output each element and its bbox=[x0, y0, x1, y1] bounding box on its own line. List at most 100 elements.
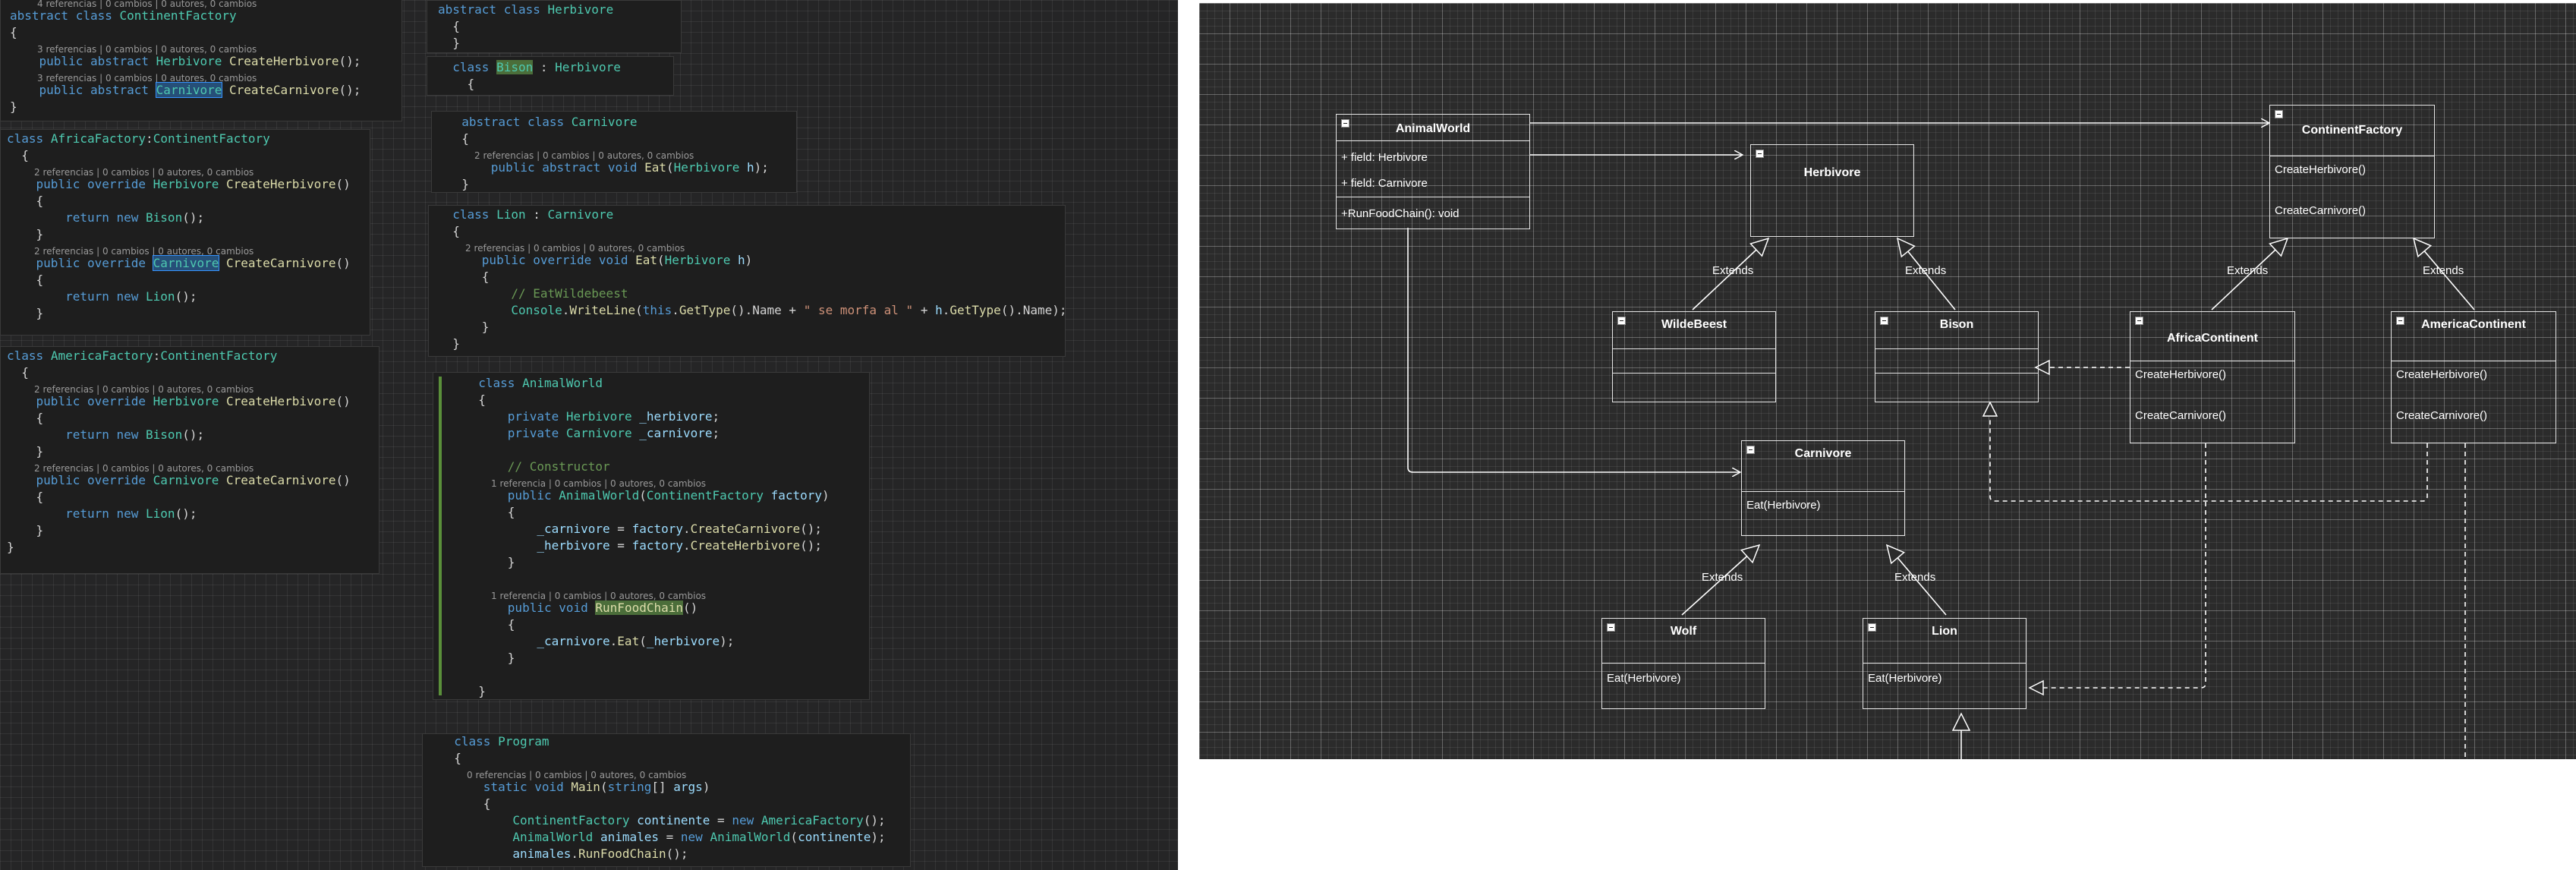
code-line: } bbox=[447, 177, 469, 191]
code-line: public abstract Herbivore CreateHerbivor… bbox=[39, 54, 361, 68]
code-line: class AfricaFactory:ContinentFactory bbox=[7, 131, 270, 146]
code-line: } bbox=[464, 651, 515, 665]
code-line: class AnimalWorld bbox=[478, 376, 603, 390]
class-separator bbox=[1337, 140, 1529, 141]
change-gutter bbox=[439, 377, 442, 695]
code-line: public abstract Carnivore CreateCarnivor… bbox=[39, 82, 361, 98]
dep-africa-lion bbox=[2028, 443, 2206, 696]
class-field: + field: Herbivore bbox=[1341, 151, 1428, 164]
code-line: public override Carnivore CreateCarnivor… bbox=[36, 473, 351, 487]
code-line: { bbox=[439, 751, 461, 765]
code-line: } bbox=[7, 306, 44, 320]
code-line: public abstract void Eat(Herbivore h); bbox=[490, 160, 769, 175]
code-line: class AmericaFactory:ContinentFactory bbox=[7, 348, 278, 363]
code-line: animales.RunFoodChain(); bbox=[512, 846, 688, 861]
code-panel-program: class Program {0 referencias | 0 cambios… bbox=[422, 733, 911, 867]
code-line: { bbox=[7, 273, 44, 287]
code-line: public override Herbivore CreateHerbivor… bbox=[36, 394, 351, 408]
extends-label: Extends bbox=[1894, 571, 1936, 584]
uml-class-americacontinent[interactable]: AmericaContinent CreateHerbivore() Creat… bbox=[2391, 311, 2556, 443]
code-line: { bbox=[10, 25, 17, 39]
code-line: } bbox=[7, 444, 44, 459]
class-separator bbox=[1875, 373, 2038, 374]
uml-class-africacontinent[interactable]: AfricaContinent CreateHerbivore() Create… bbox=[2130, 311, 2295, 443]
uml-class-wolf[interactable]: Wolf Eat(Herbivore) bbox=[1601, 618, 1765, 709]
extends-label: Extends bbox=[1702, 571, 1743, 584]
class-method: CreateCarnivore() bbox=[2275, 204, 2367, 217]
code-panel-animal-world: class AnimalWorld { private Herbivore _h… bbox=[433, 372, 870, 700]
collapse-icon[interactable] bbox=[2275, 110, 2283, 118]
code-line: abstract class Herbivore bbox=[438, 2, 614, 17]
code-line: { bbox=[438, 270, 490, 284]
code-line: // Constructor bbox=[507, 459, 610, 474]
code-line: { bbox=[7, 490, 44, 504]
code-line: } bbox=[7, 540, 14, 554]
uml-class-animalworld[interactable]: AnimalWorld + field: Herbivore + field: … bbox=[1336, 114, 1530, 229]
class-separator bbox=[1613, 373, 1775, 374]
code-line: { bbox=[464, 392, 486, 407]
code-line: // EatWildebeest bbox=[511, 286, 628, 301]
collapse-icon[interactable] bbox=[1756, 150, 1764, 158]
code-line: return new Lion(); bbox=[65, 506, 197, 521]
code-line: { bbox=[447, 131, 469, 146]
class-method: Eat(Herbivore) bbox=[1607, 672, 1681, 685]
code-panel-america-factory: class AmericaFactory:ContinentFactory {2… bbox=[0, 346, 379, 574]
code-line: return new Bison(); bbox=[65, 427, 205, 442]
class-title: Wolf bbox=[1670, 625, 1697, 638]
extends-label: Extends bbox=[1905, 264, 1947, 277]
uml-class-herbivore[interactable]: Herbivore bbox=[1750, 144, 1914, 237]
class-separator bbox=[1875, 348, 2038, 349]
uml-class-wildebeest[interactable]: WildeBeest bbox=[1612, 311, 1776, 402]
code-line: private Carnivore _carnivore; bbox=[507, 426, 720, 440]
code-line: public override void Eat(Herbivore h) bbox=[481, 253, 753, 267]
code-line: { bbox=[7, 148, 29, 162]
code-line: ContinentFactory continente = new Americ… bbox=[512, 813, 886, 827]
uml-class-continentfactory[interactable]: ContinentFactory CreateHerbivore() Creat… bbox=[2269, 105, 2435, 238]
class-method: CreateHerbivore() bbox=[2275, 163, 2367, 176]
class-title: AnimalWorld bbox=[1395, 122, 1471, 135]
code-line: } bbox=[464, 555, 515, 569]
extends-label: Extends bbox=[1712, 264, 1754, 277]
class-method: CreateHerbivore() bbox=[2396, 368, 2488, 381]
uml-class-carnivore[interactable]: Carnivore Eat(Herbivore) bbox=[1741, 440, 1905, 536]
code-line: public void RunFoodChain() bbox=[507, 600, 698, 615]
class-method: CreateHerbivore() bbox=[2135, 368, 2227, 381]
code-line: } bbox=[438, 336, 460, 351]
class-title: Carnivore bbox=[1794, 447, 1852, 460]
class-title: AfricaContinent bbox=[2167, 332, 2258, 345]
code-editor-canvas: 4 referencias | 0 cambios | 0 autores, 0… bbox=[0, 0, 1178, 870]
class-separator bbox=[1613, 348, 1775, 349]
collapse-icon[interactable] bbox=[2135, 317, 2143, 325]
code-line: class Lion : Carnivore bbox=[452, 207, 614, 222]
class-method: CreateCarnivore() bbox=[2135, 409, 2227, 422]
code-panel-herbivore: abstract class Herbivore { } bbox=[427, 0, 682, 53]
extends-label: Extends bbox=[2227, 264, 2269, 277]
code-line: static void Main(string[] args) bbox=[483, 780, 710, 794]
code-panel-continent-factory: 4 referencias | 0 cambios | 0 autores, 0… bbox=[0, 0, 402, 121]
code-line: } bbox=[438, 93, 475, 95]
uml-diagram-canvas: AnimalWorld + field: Herbivore + field: … bbox=[1199, 3, 2576, 759]
code-line: _herbivore = factory.CreateHerbivore(); bbox=[537, 538, 823, 553]
code-line: } bbox=[438, 320, 490, 334]
code-line: public override Herbivore CreateHerbivor… bbox=[36, 177, 351, 191]
code-line: _carnivore = factory.CreateCarnivore(); bbox=[537, 522, 823, 536]
class-method: Eat(Herbivore) bbox=[1868, 672, 1942, 685]
code-line: { bbox=[7, 365, 29, 380]
uml-class-lion[interactable]: Lion Eat(Herbivore) bbox=[1863, 618, 2026, 709]
class-title: WildeBeest bbox=[1661, 318, 1727, 331]
code-line: Console.WriteLine(this.GetType().Name + … bbox=[511, 303, 1066, 317]
class-separator bbox=[1602, 663, 1765, 664]
code-line: { bbox=[438, 224, 460, 238]
class-title: ContinentFactory bbox=[2301, 124, 2403, 137]
code-line: _carnivore.Eat(_herbivore); bbox=[537, 634, 735, 648]
code-line: } bbox=[464, 684, 486, 698]
code-panel-carnivore: abstract class Carnivore {2 referencias … bbox=[431, 111, 797, 193]
code-line: private Herbivore _herbivore; bbox=[507, 409, 720, 424]
code-line: { bbox=[438, 77, 475, 91]
class-method: CreateCarnivore() bbox=[2396, 409, 2488, 422]
code-line: { bbox=[438, 19, 460, 33]
uml-class-bison[interactable]: Bison bbox=[1875, 311, 2039, 402]
class-title: Lion bbox=[1932, 625, 1957, 638]
class-separator bbox=[1863, 663, 2026, 664]
code-line: abstract class Carnivore bbox=[461, 115, 638, 129]
